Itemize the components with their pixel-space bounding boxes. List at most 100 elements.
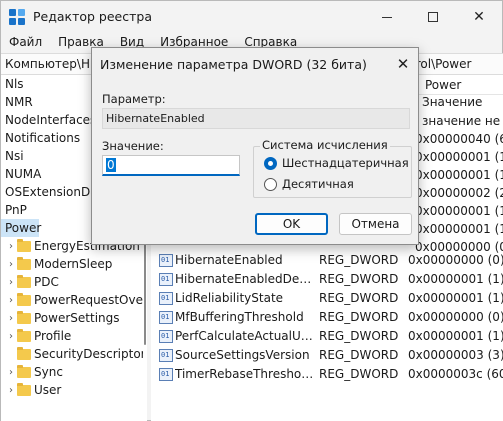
- window-title: Редактор реестра: [33, 9, 152, 24]
- chevron-right-icon[interactable]: ›: [7, 331, 15, 342]
- folder-icon: [17, 346, 31, 360]
- cell-name: PerfCalculateActualUtilization: [175, 329, 315, 343]
- radio-hexadecimal[interactable]: Шестнадцатеричная: [264, 156, 409, 170]
- tree-item-label: ModernSleep: [34, 257, 113, 271]
- value-text: 0: [106, 158, 116, 172]
- ok-button[interactable]: OK: [255, 213, 328, 235]
- tree-item-label: Power: [5, 221, 42, 235]
- cell-data: 0x00000001 (1): [408, 329, 503, 343]
- cell-data: 0x00000001 (1): [408, 291, 503, 305]
- cancel-button[interactable]: Отмена: [339, 213, 412, 235]
- cell-name: TimerRebaseThresholdOnDripsExit: [175, 367, 315, 381]
- param-name-field: HibernateEnabled: [102, 108, 410, 129]
- dialog-close-button[interactable]: ✕: [388, 49, 418, 79]
- cell-data: 0x00000001 (1): [415, 150, 503, 164]
- cell-data: значение не присвоено: [422, 114, 503, 128]
- tree-item-powersettings[interactable]: › PowerSettings: [7, 309, 120, 327]
- dword-value-icon: [159, 292, 173, 305]
- folder-icon: [17, 310, 31, 324]
- tree-item-nsi[interactable]: Nsi: [1, 147, 24, 165]
- table-row[interactable]: TimerRebaseThresholdOnDripsExit REG_DWOR…: [151, 365, 503, 384]
- tree-item-label: Notifications: [5, 131, 81, 145]
- cell-data: 0x00000001 (1): [415, 168, 503, 182]
- menu-file[interactable]: Файл: [1, 33, 50, 53]
- cell-data: 0x00000001 (1): [408, 272, 503, 286]
- cell-type: REG_DWORD: [319, 329, 399, 343]
- maximize-icon: [428, 12, 438, 22]
- cell-data: 0x00000040 (64): [415, 132, 503, 146]
- minimize-button[interactable]: [364, 1, 410, 33]
- minimize-icon: [382, 16, 392, 18]
- close-button[interactable]: ✕: [456, 1, 502, 33]
- cell-name: SourceSettingsVersion: [175, 348, 310, 362]
- radio-dec-label: Десятичная: [282, 177, 354, 191]
- tree-item-user[interactable]: › User: [7, 381, 61, 399]
- cell-type: REG_DWORD: [319, 310, 399, 324]
- maximize-button[interactable]: [410, 1, 456, 33]
- cell-name: HibernateEnabledDefault: [175, 272, 315, 286]
- tree-item-numa[interactable]: NUMA: [1, 165, 41, 183]
- address-fragment: Power: [425, 78, 462, 92]
- folder-icon: [17, 238, 31, 252]
- list-row-hidden[interactable]: [415, 220, 503, 239]
- tree-item-nls[interactable]: Nls: [1, 75, 24, 93]
- table-row[interactable]: PerfCalculateActualUtilization REG_DWORD…: [151, 327, 503, 346]
- tree-item-label: NMR: [5, 95, 33, 109]
- radio-unchecked-icon[interactable]: [264, 177, 277, 191]
- folder-icon: [17, 292, 31, 306]
- chevron-right-icon[interactable]: ›: [7, 367, 15, 378]
- tree-item-nodeinterfaces[interactable]: NodeInterfaces: [1, 111, 96, 129]
- dialog-title: Изменение параметра DWORD (32 бита): [100, 57, 367, 72]
- chevron-right-icon[interactable]: ›: [7, 385, 15, 396]
- table-row[interactable]: LidReliabilityState REG_DWORD 0x00000001…: [151, 289, 503, 308]
- base-group-label: Система исчисления: [260, 138, 390, 152]
- radio-decimal[interactable]: Десятичная: [264, 177, 354, 191]
- table-row[interactable]: HibernateEnabledDefault REG_DWORD 0x0000…: [151, 270, 503, 289]
- dword-value-icon: [159, 349, 173, 362]
- folder-icon: [17, 328, 31, 342]
- tree-item-securitydescriptors[interactable]: SecurityDescriptors: [7, 345, 147, 363]
- cell-type: REG_DWORD: [319, 272, 399, 286]
- tree-item-label: Profile: [34, 329, 72, 343]
- tree-item-pnp[interactable]: PnP: [1, 201, 27, 219]
- tree-item-label: SecurityDescriptors: [34, 347, 147, 361]
- table-row[interactable]: MfBufferingThreshold REG_DWORD 0x0000000…: [151, 308, 503, 327]
- table-row[interactable]: HibernateEnabled REG_DWORD 0x00000000 (0…: [151, 251, 503, 270]
- cell-name: MfBufferingThreshold: [175, 310, 304, 324]
- dword-value-icon: [159, 311, 173, 324]
- cell-data: 0x00000000 (0): [408, 253, 503, 267]
- folder-icon: [17, 364, 31, 378]
- chevron-right-icon[interactable]: ›: [7, 295, 15, 306]
- radio-hex-label: Шестнадцатеричная: [282, 156, 409, 170]
- chevron-right-icon[interactable]: ›: [7, 259, 15, 270]
- folder-icon: [17, 274, 31, 288]
- tree-item-modernsleep[interactable]: › ModernSleep: [7, 255, 112, 273]
- tree-item-powerrequestoverride[interactable]: › PowerRequestOverride: [7, 291, 146, 309]
- table-row[interactable]: SourceSettingsVersion REG_DWORD 0x000000…: [151, 346, 503, 365]
- tree-item-profile[interactable]: › Profile: [7, 327, 71, 345]
- column-header-label: Значение: [422, 95, 483, 109]
- chevron-right-icon[interactable]: ›: [7, 277, 15, 288]
- tree-item-pdc[interactable]: › PDC: [7, 273, 59, 291]
- value-label: Значение:: [102, 139, 164, 153]
- cell-data: 0x0000003c (60): [408, 367, 503, 381]
- tree-item-nmr[interactable]: NMR: [1, 93, 33, 111]
- tree-item-power[interactable]: Power: [1, 219, 42, 237]
- tree-item-label: Nsi: [5, 149, 24, 163]
- value-input[interactable]: 0: [102, 155, 240, 176]
- close-icon: ✕: [473, 9, 485, 25]
- tree-item-label: PowerRequestOverride: [34, 293, 146, 307]
- radio-checked-icon[interactable]: [264, 156, 277, 170]
- chevron-right-icon[interactable]: ›: [7, 313, 15, 324]
- cell-type: REG_DWORD: [319, 367, 399, 381]
- tree-item-label: User: [34, 383, 62, 397]
- dword-value-icon: [159, 254, 173, 267]
- chevron-right-icon[interactable]: ›: [7, 241, 15, 252]
- cell-data: 0x00000001 (1): [415, 204, 503, 218]
- title-bar[interactable]: Редактор реестра ✕: [1, 1, 503, 33]
- tree-item-notifications[interactable]: Notifications: [1, 129, 80, 147]
- tree-item-label: Sync: [34, 365, 63, 379]
- cell-type: REG_DWORD: [319, 348, 399, 362]
- cell-type: REG_DWORD: [319, 253, 399, 267]
- tree-item-sync[interactable]: › Sync: [7, 363, 63, 381]
